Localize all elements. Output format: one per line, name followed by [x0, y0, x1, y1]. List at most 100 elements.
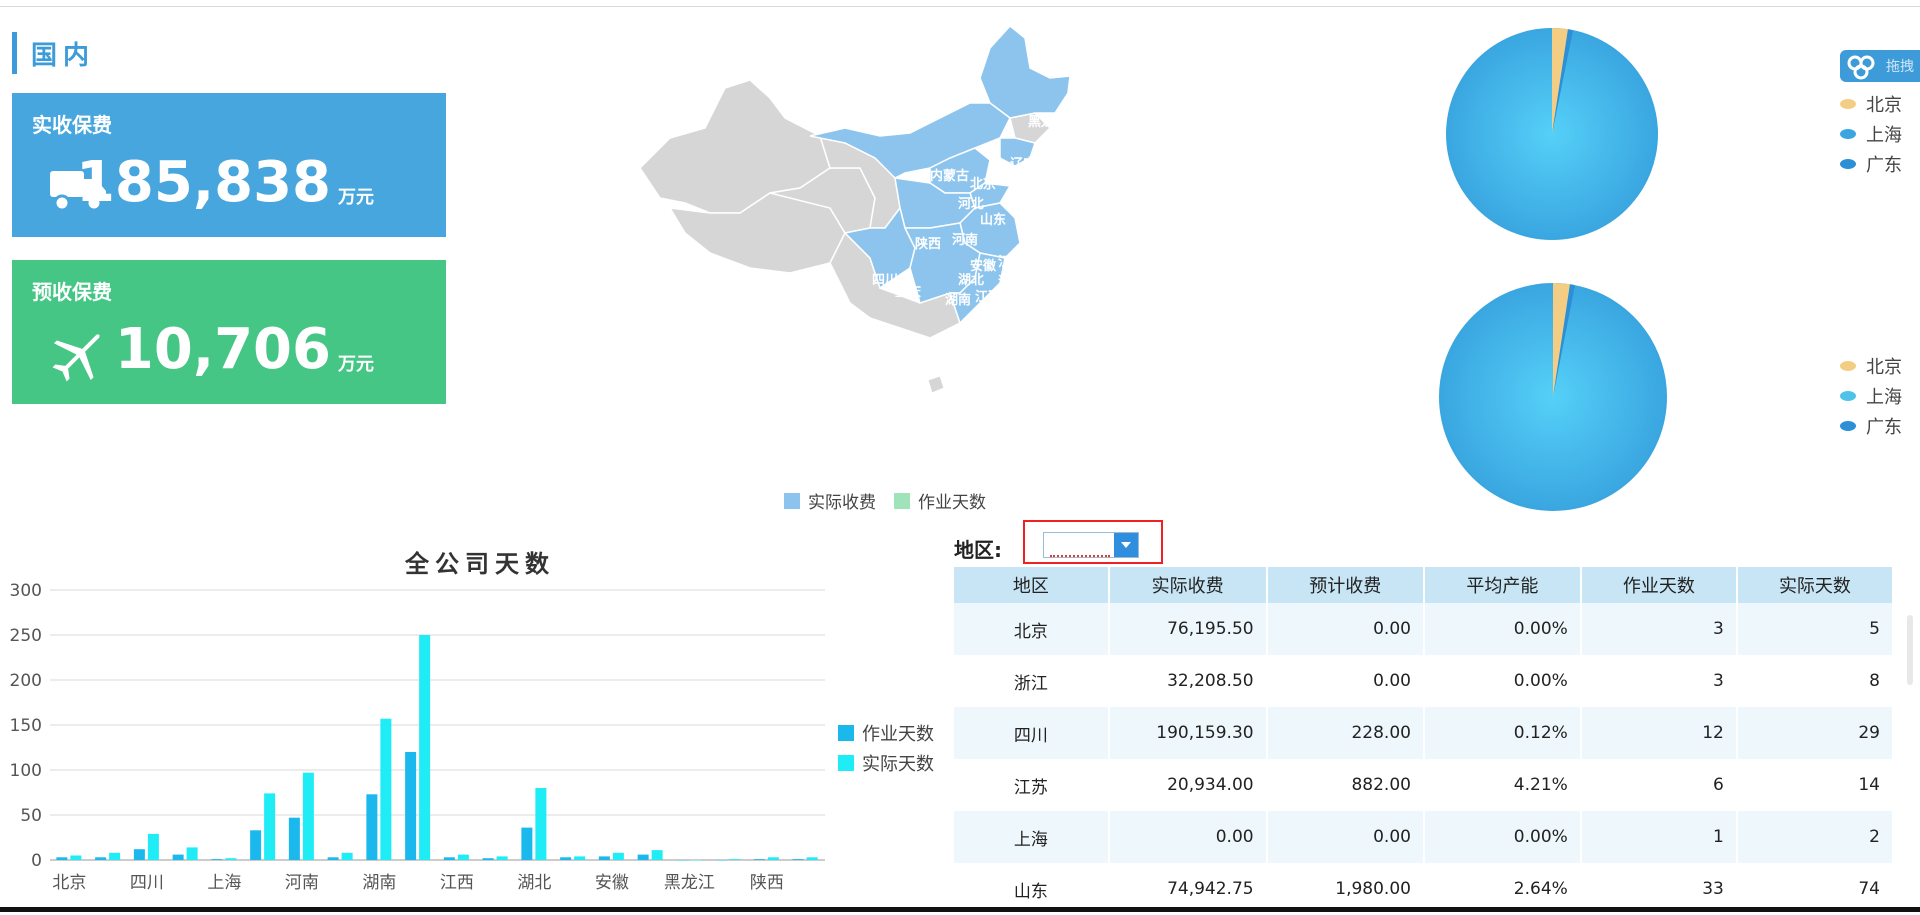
bar-chart-company-days: 0 50 100 150 200 250 300 北京 四川 上海 河南 湖南 江西 湖北 安徽 黑龙江 陕西	[10, 581, 825, 893]
table-header-row: 地区 实际收费 预计收费 平均产能 作业天数 实际天数	[954, 567, 1895, 603]
column-header[interactable]: 地区	[954, 567, 1110, 603]
legend-item-work-days[interactable]: 作业天数	[838, 718, 934, 748]
legend-marker	[1840, 129, 1856, 139]
bar-work-days[interactable]	[405, 752, 417, 860]
map-label: 辽宁	[1010, 156, 1036, 172]
bar-actual-days[interactable]	[380, 718, 392, 860]
legend-marker	[1840, 159, 1856, 169]
bar-work-days[interactable]	[482, 858, 494, 860]
cell-avg-capacity: 0.12%	[1423, 707, 1582, 759]
legend-label: 实际天数	[862, 754, 934, 775]
legend-item-work-days[interactable]: 作业天数	[894, 488, 986, 513]
pie-chart-bottom[interactable]	[1438, 282, 1668, 512]
legend-item-shanghai[interactable]: 上海	[1840, 119, 1902, 149]
bar-actual-days[interactable]	[70, 855, 82, 861]
bar-work-days[interactable]	[95, 857, 107, 860]
column-header[interactable]: 作业天数	[1580, 567, 1738, 603]
bar-work-days[interactable]	[715, 860, 727, 861]
y-tick-label: 200	[10, 671, 42, 691]
bar-work-days[interactable]	[443, 857, 455, 860]
table-row[interactable]: 上海 0.00 0.00 0.00% 1 2	[954, 811, 1895, 863]
cell-region: 上海	[954, 811, 1110, 863]
bar-work-days[interactable]	[792, 859, 804, 860]
map-label: 黑龙江	[1028, 114, 1067, 130]
region-select[interactable]	[1043, 532, 1139, 558]
pie-chart-top[interactable]	[1444, 26, 1660, 242]
bar-work-days[interactable]	[637, 854, 649, 860]
bar-actual-days[interactable]	[574, 856, 586, 860]
bar-actual-days[interactable]	[806, 857, 818, 860]
map-region-heilongjiang[interactable]	[979, 24, 1071, 119]
legend-item-actual-days[interactable]: 实际天数	[838, 748, 934, 778]
bar-work-days[interactable]	[753, 859, 765, 860]
toolbox-button[interactable]: 拖拽	[1840, 50, 1920, 82]
x-tick-label: 陕西	[750, 873, 784, 893]
bar-work-days[interactable]	[250, 830, 262, 860]
bar-work-days[interactable]	[676, 860, 688, 861]
column-header[interactable]: 实际收费	[1108, 567, 1268, 603]
x-tick-label: 江西	[440, 873, 474, 893]
bar-work-days[interactable]	[560, 857, 572, 860]
cell-actual-fee: 0.00	[1108, 811, 1268, 863]
bar-actual-days[interactable]	[612, 852, 624, 860]
legend-item-guangdong[interactable]: 广东	[1840, 149, 1902, 179]
bar-work-days[interactable]	[366, 794, 378, 860]
bar-actual-days[interactable]	[109, 852, 121, 860]
x-tick-label: 安徽	[595, 873, 629, 893]
x-tick-label: 北京	[52, 873, 86, 893]
map-label: 内蒙古	[930, 168, 969, 184]
map-label: 湖北	[958, 273, 984, 288]
bar-work-days[interactable]	[172, 854, 184, 860]
bar-actual-days[interactable]	[457, 854, 469, 860]
map-region-hainan[interactable]	[927, 375, 945, 394]
bar-actual-days[interactable]	[767, 857, 779, 860]
legend-marker	[1840, 361, 1856, 371]
bar-actual-days[interactable]	[651, 850, 663, 860]
bar-actual-days[interactable]	[535, 788, 547, 860]
chevron-down-icon[interactable]	[1114, 533, 1138, 557]
map-label: 河南	[952, 232, 978, 248]
column-header[interactable]: 实际天数	[1736, 567, 1895, 603]
table-row[interactable]: 四川 190,159.30 228.00 0.12% 12 29	[954, 707, 1895, 759]
cell-region: 四川	[954, 707, 1110, 759]
bar-work-days[interactable]	[288, 817, 300, 860]
bar-actual-days[interactable]	[302, 772, 314, 860]
table-scrollbar[interactable]	[1907, 615, 1913, 685]
bar-actual-days[interactable]	[690, 860, 702, 861]
bar-actual-days[interactable]	[147, 833, 159, 860]
column-header[interactable]: 平均产能	[1423, 567, 1582, 603]
bar-work-days[interactable]	[56, 857, 68, 860]
bar-actual-days[interactable]	[186, 847, 198, 860]
legend-item-shanghai[interactable]: 上海	[1840, 381, 1902, 411]
bar-actual-days[interactable]	[496, 856, 508, 860]
map-label: 安徽	[970, 258, 997, 274]
legend-label: 广东	[1866, 417, 1902, 438]
table-row[interactable]: 浙江 32,208.50 0.00 0.00% 3 8	[954, 655, 1895, 707]
y-tick-label: 300	[10, 581, 42, 601]
legend-item-beijing[interactable]: 北京	[1840, 89, 1902, 119]
bar-actual-days[interactable]	[341, 852, 353, 860]
china-map[interactable]: 黑龙江 辽宁 内蒙古 北京 河北 山东 陕西 河南 安徽 江苏 湖北 浙江 四川…	[630, 18, 1150, 438]
toolbox-label: 拖拽	[1886, 59, 1914, 75]
bar-work-days[interactable]	[133, 849, 145, 860]
legend-item-guangdong[interactable]: 广东	[1840, 411, 1902, 441]
bar-work-days[interactable]	[211, 859, 223, 860]
x-tick-label: 河南	[285, 873, 319, 893]
bar-actual-days[interactable]	[729, 859, 741, 860]
legend-marker	[1840, 99, 1856, 109]
bar-work-days[interactable]	[327, 857, 339, 860]
legend-item-beijing[interactable]: 北京	[1840, 351, 1902, 381]
map-label: 重庆	[895, 284, 921, 300]
bar-actual-days[interactable]	[419, 635, 431, 860]
legend-label: 作业天数	[918, 493, 986, 513]
table-row[interactable]: 北京 76,195.50 0.00 0.00% 3 5	[954, 603, 1895, 655]
table-row[interactable]: 江苏 20,934.00 882.00 4.21% 6 14	[954, 759, 1895, 811]
bar-work-days[interactable]	[598, 856, 610, 860]
column-header[interactable]: 预计收费	[1266, 567, 1425, 603]
pie-legend-top: 北京 上海 广东	[1840, 89, 1902, 179]
bar-actual-days[interactable]	[264, 793, 276, 860]
bar-actual-days[interactable]	[225, 858, 237, 860]
legend-label: 作业天数	[862, 724, 934, 745]
legend-item-actual-fee[interactable]: 实际收费	[784, 488, 876, 513]
bar-work-days[interactable]	[521, 827, 533, 860]
